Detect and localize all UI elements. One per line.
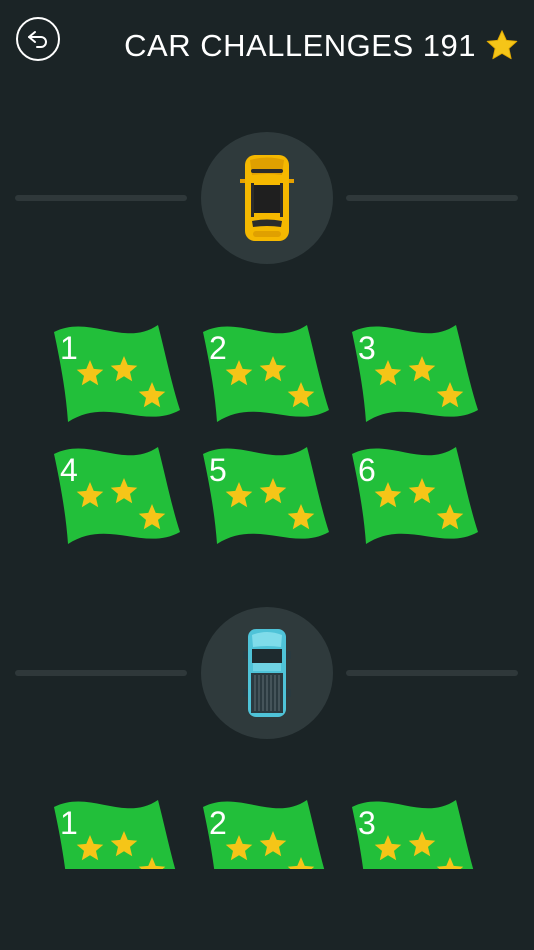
level-flag-1[interactable]: 1 <box>52 800 184 869</box>
level-number: 1 <box>60 805 78 841</box>
taxi-car-icon <box>240 155 294 241</box>
level-flag-2[interactable]: 2 <box>201 322 333 426</box>
section-divider-right <box>346 670 518 676</box>
level-flag-3[interactable]: 3 <box>350 800 482 869</box>
level-flag-4[interactable]: 4 <box>52 444 184 548</box>
level-number: 6 <box>358 452 376 488</box>
level-number: 5 <box>209 452 227 488</box>
vehicle-badge-taxi <box>201 132 333 264</box>
page-title: CAR CHALLENGES 191 <box>124 28 476 63</box>
section-divider-left <box>15 670 187 676</box>
section-divider-right <box>346 195 518 201</box>
level-number: 2 <box>209 330 227 366</box>
header-title: CAR CHALLENGES 191 <box>124 26 520 66</box>
back-arrow-icon <box>28 31 47 48</box>
level-flag-2[interactable]: 2 <box>201 800 333 869</box>
section-divider-left <box>15 195 187 201</box>
level-number: 2 <box>209 805 227 841</box>
level-number: 4 <box>60 452 78 488</box>
star-icon <box>486 30 518 60</box>
level-flag-1[interactable]: 1 <box>52 322 184 426</box>
pickup-truck-icon <box>243 629 291 717</box>
vehicle-badge-truck <box>201 607 333 739</box>
level-flag-3[interactable]: 3 <box>350 322 482 426</box>
back-button[interactable] <box>16 17 60 61</box>
level-flag-5[interactable]: 5 <box>201 444 333 548</box>
level-grid-clip: 1 2 3 <box>0 800 534 869</box>
level-number: 3 <box>358 330 376 366</box>
level-number: 1 <box>60 330 78 366</box>
level-flag-6[interactable]: 6 <box>350 444 482 548</box>
level-number: 3 <box>358 805 376 841</box>
